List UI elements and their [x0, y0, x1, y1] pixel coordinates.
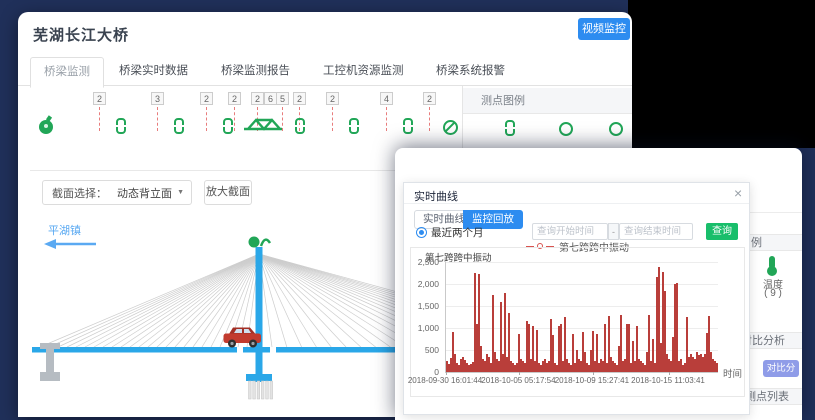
page-title: 芜湖长江大桥: [33, 24, 129, 45]
last-two-months-radio[interactable]: [416, 227, 427, 238]
overlay-window: 例 温度 ( 9 ) 对比分析 对比分析 测点列表 实时曲线 × 实时曲线图 监…: [395, 148, 802, 420]
chain-icon[interactable]: [349, 118, 359, 134]
section-select[interactable]: 动态背立面 ▼: [113, 185, 191, 201]
bridge-deck: [32, 347, 237, 353]
tab-realtime-data[interactable]: 桥梁实时数据: [106, 57, 201, 86]
bridge-tower: [256, 247, 263, 382]
tower-pier: [246, 374, 273, 399]
dialog-header-divider: [404, 203, 749, 204]
chain-icon[interactable]: [223, 118, 233, 134]
chain-icon[interactable]: [174, 118, 184, 134]
chain-icon[interactable]: [505, 120, 515, 136]
chain-icon[interactable]: [295, 118, 305, 134]
sensor-count-badge[interactable]: 2: [293, 92, 306, 105]
end-time-input[interactable]: [619, 223, 693, 240]
query-button[interactable]: 查询: [706, 223, 738, 240]
black-backdrop: [628, 0, 815, 148]
thermometer-icon[interactable]: [769, 256, 775, 269]
truss-icon[interactable]: [242, 116, 284, 132]
left-abutment: [40, 343, 60, 381]
sensor-count-badge[interactable]: 2: [93, 92, 106, 105]
tab-bridge-monitoring[interactable]: 桥梁监测: [30, 57, 104, 88]
section-select-label: 截面选择：: [43, 185, 113, 201]
sensor-count-badge[interactable]: 2: [200, 92, 213, 105]
legend-panel-header: 测点图例: [463, 88, 632, 114]
enlarge-section-button[interactable]: 放大截面: [204, 180, 252, 205]
range-separator: -: [608, 223, 619, 240]
sensor-count-badge[interactable]: 3: [151, 92, 164, 105]
chain-icon[interactable]: [116, 118, 126, 134]
chain-icon[interactable]: [403, 118, 413, 134]
chart-card: 第七跨跨中振动 05001,0001,5002,0002,500 时间 2018…: [410, 247, 745, 397]
tab-bar: 桥梁监测 桥梁实时数据 桥梁监测报告 工控机资源监测 桥梁系统报警 视频监控: [18, 56, 632, 86]
left-bank-label: 平湖镇: [48, 223, 81, 237]
vehicle: [224, 328, 262, 348]
realtime-curve-dialog: 实时曲线 × 实时曲线图 监控回放 最近两个月 - 查询 第七跨跨中振动 第七跨…: [403, 182, 750, 415]
ban-icon[interactable]: [443, 120, 458, 135]
video-monitor-button[interactable]: 视频监控: [578, 18, 630, 40]
start-time-input[interactable]: [532, 223, 608, 240]
sensor-count-badge[interactable]: 5: [276, 92, 289, 105]
dialog-title: 实时曲线: [414, 188, 458, 204]
sensor-ring-icon[interactable]: [609, 122, 623, 136]
x-axis-title: 时间: [723, 366, 742, 380]
close-icon[interactable]: ×: [734, 185, 742, 201]
temperature-count: ( 9 ): [753, 288, 793, 299]
last-two-months-label: 最近两个月: [431, 225, 484, 240]
tab-system-alarm[interactable]: 桥梁系统报警: [423, 57, 518, 86]
sensor-count-badge[interactable]: 2: [326, 92, 339, 105]
tab-ipc-resource[interactable]: 工控机资源监测: [310, 57, 417, 86]
chevron-down-icon: ▼: [177, 189, 184, 196]
section-select-group: 截面选择： 动态背立面 ▼: [42, 180, 192, 205]
sensor-row: 2 3 2 2 2 6 5 2 2 4 2: [18, 92, 478, 150]
sensor-count-badge[interactable]: 2: [251, 92, 264, 105]
sensor-count-badge[interactable]: 2: [423, 92, 436, 105]
bridge-deck: [243, 347, 270, 353]
gauge-icon[interactable]: [39, 120, 53, 134]
sensor-count-badge[interactable]: 2: [228, 92, 241, 105]
legend-panel-header-fragment: 例: [747, 234, 802, 251]
section-select-value: 动态背立面: [117, 185, 172, 201]
tower-sensor-icon: [249, 237, 260, 248]
compare-analysis-button[interactable]: 对比分析: [763, 360, 799, 377]
strip-divider: [750, 212, 802, 213]
tab-monitoring-report[interactable]: 桥梁监测报告: [208, 57, 303, 86]
chart-plot-area[interactable]: [445, 262, 718, 373]
sensor-count-badge[interactable]: 4: [380, 92, 393, 105]
sensor-ring-icon[interactable]: [559, 122, 573, 136]
